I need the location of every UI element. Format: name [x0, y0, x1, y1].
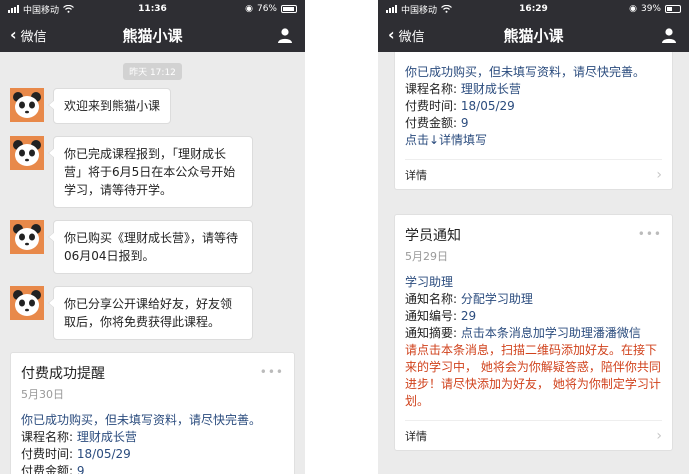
details-label: 详情: [405, 429, 427, 443]
clock: 11:36: [138, 4, 167, 14]
message-bubble[interactable]: 你已分享公开课给好友，好友领取后，你将免费获得此课程。: [48, 286, 253, 340]
row-label: 付费时间:: [21, 447, 74, 461]
row-label: 通知摘要:: [405, 326, 458, 340]
carrier-label: 中国移动: [23, 5, 60, 16]
panda-avatar-icon: [10, 136, 44, 170]
row-value: 分配学习助理: [460, 292, 533, 306]
row-value: 理财成长营: [76, 430, 137, 444]
card-remark: 请点击本条消息，扫描二维码添加好友。在接下来的学习中， 她将会为你解疑答惑，陪伴…: [405, 343, 661, 408]
message-bubble[interactable]: 你已购买《理财成长营》，请等待06月04日报到。: [48, 220, 253, 274]
row-label: 付费金额:: [405, 116, 458, 130]
chat-message: 你已分享公开课给好友，好友领取后，你将免费获得此课程。: [10, 286, 295, 340]
more-icon[interactable]: •••: [260, 365, 284, 379]
timestamp: 昨天 17:12: [123, 63, 182, 80]
row-value: 理财成长营: [460, 82, 521, 96]
nav-bar: ‹ 微信 熊猫小课: [378, 18, 689, 52]
rotation-lock-icon: ◉: [629, 4, 637, 14]
chevron-left-icon: ‹: [10, 25, 17, 44]
chat-area: 你已成功购买，但未填写资料，请尽快完善。 课程名称: 理财成长营 付费时间: 1…: [378, 52, 689, 459]
right-phone-screen: 中国移动 16:29 ◉ 39% ‹ 微信 熊猫小课 你已成功购买，但未填写资料…: [378, 0, 689, 474]
message-bubble[interactable]: 你已完成课程报到，「理财成长营」将于6月5日在本公众号开始学习，请等待开学。: [48, 136, 253, 208]
message-bubble[interactable]: 欢迎来到熊猫小课: [47, 88, 172, 124]
student-notice-card[interactable]: ••• 学员通知 5月29日 学习助理 通知名称: 分配学习助理 通知编号: 2…: [394, 214, 673, 451]
chat-message: 你已完成课程报到，「理财成长营」将于6月5日在本公众号开始学习，请等待开学。: [10, 136, 295, 208]
row-value: 29: [460, 309, 477, 323]
chat-message: 欢迎来到熊猫小课: [10, 88, 295, 124]
card-title: 付费成功提醒: [21, 366, 105, 382]
status-bar: 中国移动 16:29 ◉ 39%: [378, 0, 689, 18]
card-title: 学员通知: [405, 228, 461, 244]
row-label: 通知名称:: [405, 292, 458, 306]
row-value: 9: [76, 464, 85, 474]
card-row: 课程名称: 理财成长营: [405, 81, 662, 98]
row-value: 点击本条消息加学习助理潘潘微信: [460, 326, 641, 340]
row-label: 付费时间:: [405, 99, 458, 113]
payment-success-card[interactable]: ••• 付费成功提醒 5月30日 你已成功购买，但未填写资料，请尽快完善。 课程…: [10, 352, 295, 474]
chat-area: 昨天 17:12 欢迎来到熊猫小课 你已完成课程报到，「理财成长营」将于6月5日…: [0, 52, 305, 474]
panda-avatar-icon: [10, 220, 44, 254]
left-phone-screen: 中国移动 11:36 ◉ 76% ‹ 微信 熊猫小课 昨天 17:12 欢迎来到…: [0, 0, 305, 474]
card-intro: 你已成功购买，但未填写资料，请尽快完善。: [405, 65, 646, 79]
row-label: 通知编号:: [405, 309, 458, 323]
chat-message: 你已购买《理财成长营》，请等待06月04日报到。: [10, 220, 295, 274]
page-title: 熊猫小课: [122, 26, 183, 45]
battery-fill: [667, 7, 673, 11]
fill-details-link[interactable]: 点击↓详情填写: [405, 132, 662, 149]
panda-avatar-icon: [10, 88, 44, 122]
row-label: 课程名称:: [21, 430, 74, 444]
battery-icon: [281, 5, 297, 13]
details-link[interactable]: 详情 ›: [405, 420, 662, 450]
status-bar: 中国移动 11:36 ◉ 76%: [0, 0, 305, 18]
details-label: 详情: [405, 168, 427, 182]
payment-details-card[interactable]: 你已成功购买，但未填写资料，请尽快完善。 课程名称: 理财成长营 付费时间: 1…: [394, 52, 673, 190]
battery-percent: 39%: [640, 4, 661, 14]
back-label: 微信: [398, 29, 425, 45]
row-value: 18/05/29: [76, 447, 131, 461]
chevron-right-icon: ›: [656, 427, 662, 444]
battery-percent: 76%: [256, 4, 277, 14]
back-label: 微信: [20, 29, 47, 45]
card-row: 通知名称: 分配学习助理: [405, 291, 662, 308]
row-value: 9: [460, 116, 469, 130]
panda-avatar-icon: [10, 286, 44, 320]
user-profile-icon[interactable]: [661, 27, 677, 43]
details-link[interactable]: 详情 ›: [405, 159, 662, 189]
card-row: 课程名称: 理财成长营: [21, 429, 284, 446]
row-label: 课程名称:: [405, 82, 458, 96]
wifi-icon: [441, 5, 452, 13]
row-label: 付费金额:: [21, 464, 74, 474]
card-row: 通知摘要: 点击本条消息加学习助理潘潘微信: [405, 325, 662, 342]
card-date: 5月30日: [21, 388, 64, 401]
clock: 16:29: [519, 4, 548, 14]
card-intro: 你已成功购买，但未填写资料，请尽快完善。: [21, 413, 262, 427]
chevron-left-icon: ‹: [388, 25, 395, 44]
more-icon[interactable]: •••: [638, 227, 662, 241]
card-row: 付费时间: 18/05/29: [21, 446, 284, 463]
rotation-lock-icon: ◉: [245, 4, 253, 14]
back-button[interactable]: ‹ 微信: [10, 26, 47, 45]
card-row: 通知编号: 29: [405, 308, 662, 325]
back-button[interactable]: ‹ 微信: [388, 26, 425, 45]
row-value: 18/05/29: [460, 99, 515, 113]
signal-icon: [386, 5, 397, 13]
card-date: 5月29日: [405, 250, 448, 263]
battery-icon: [665, 5, 681, 13]
chevron-right-icon: ›: [656, 166, 662, 183]
card-row: 付费时间: 18/05/29: [405, 98, 662, 115]
signal-icon: [8, 5, 19, 13]
carrier-label: 中国移动: [401, 5, 438, 16]
card-row: 付费金额: 9: [405, 115, 662, 132]
card-row: 付费金额: 9: [21, 463, 284, 474]
nav-bar: ‹ 微信 熊猫小课: [0, 18, 305, 52]
user-profile-icon[interactable]: [277, 27, 293, 43]
card-intro: 学习助理: [405, 275, 454, 289]
battery-fill: [283, 7, 294, 11]
wifi-icon: [63, 5, 74, 13]
page-title: 熊猫小课: [503, 26, 564, 45]
